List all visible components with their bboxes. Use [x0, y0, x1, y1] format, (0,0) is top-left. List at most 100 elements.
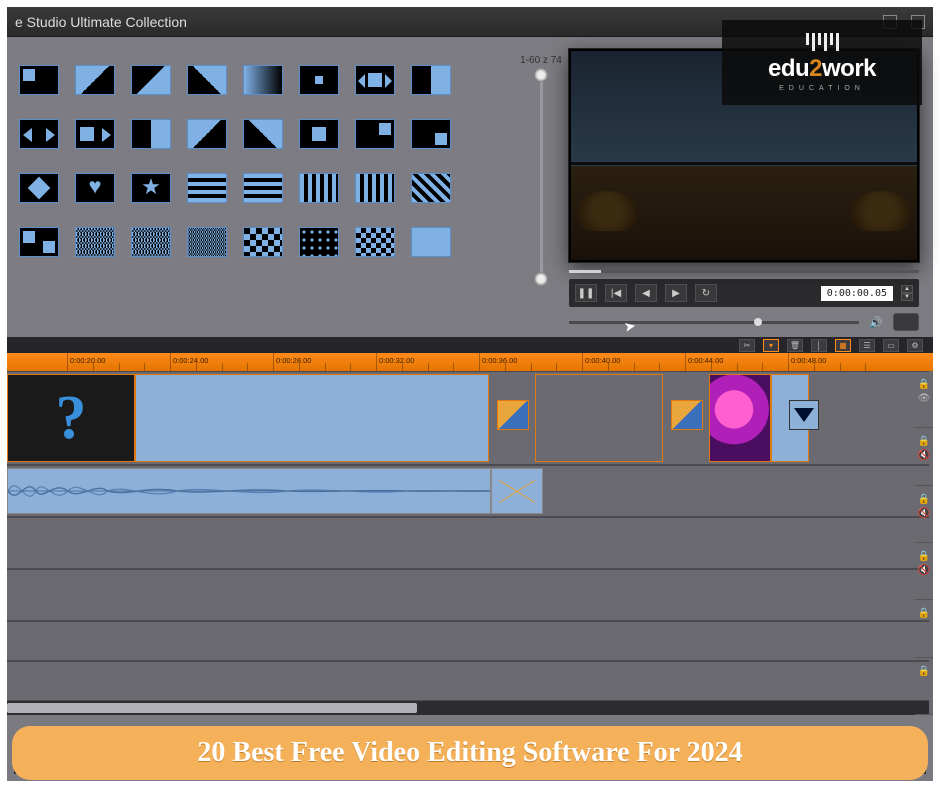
fullscreen-button[interactable] [893, 313, 919, 331]
placeholder-clip[interactable]: ? [7, 374, 135, 462]
audio-crossfade[interactable] [491, 468, 543, 514]
transition-heart[interactable]: ♥ [75, 173, 115, 203]
hscroll-thumb[interactable] [7, 703, 417, 713]
transition-diamond[interactable] [19, 173, 59, 203]
lock-icon[interactable]: 🔒 [918, 436, 930, 447]
tool-trash-icon[interactable]: 🗑 [787, 339, 803, 352]
ruler-label: 0:00:28.00 [276, 356, 311, 365]
transition-arrow-right-2[interactable] [131, 119, 171, 149]
transition-dots[interactable] [299, 227, 339, 257]
tool-settings-icon[interactable]: ⚙ [907, 339, 923, 352]
video-clip-1[interactable] [135, 374, 489, 462]
transition-stripes-v-1[interactable] [299, 173, 339, 203]
transition-box-out[interactable] [355, 65, 395, 95]
transition-checker-dark[interactable] [355, 227, 395, 257]
transition-arrow-out-br[interactable] [131, 65, 171, 95]
transition-noise-2[interactable] [131, 227, 171, 257]
rewind-button[interactable]: ◀ [635, 284, 657, 302]
mute-icon[interactable]: 🔇 [918, 450, 930, 461]
transition-box-in[interactable] [299, 65, 339, 95]
window-title: e Studio Ultimate Collection [15, 14, 187, 30]
transition-noise[interactable] [75, 227, 115, 257]
track-4[interactable] [7, 569, 929, 621]
transition-sq-corner-2[interactable] [411, 119, 451, 149]
video-clip-3[interactable] [709, 374, 771, 462]
lock-icon[interactable]: 🔒 [918, 551, 930, 562]
track-6[interactable] [7, 661, 929, 701]
transition-arrow-right[interactable] [75, 119, 115, 149]
brand-logo-overlay: edu2work EDUCATION [722, 20, 922, 105]
tool-grid3-icon[interactable]: ▭ [883, 339, 899, 352]
ruler-tick [67, 353, 68, 371]
transition-arrows-lr[interactable] [19, 119, 59, 149]
transition-v-triangle[interactable] [411, 227, 451, 257]
transition-diag-wipe-2[interactable] [243, 119, 283, 149]
prev-button[interactable]: |◀ [605, 284, 627, 302]
scroll-thumb-bottom[interactable] [534, 272, 548, 286]
caption-banner: 20 Best Free Video Editing Software For … [12, 726, 928, 780]
timeline-toolstrip: ✂ ▾ 🗑 │ ▦ ☰ ▭ ⚙ [7, 337, 933, 353]
mute-icon[interactable]: 🔇 [918, 508, 930, 519]
transition-sq-small-1[interactable] [19, 227, 59, 257]
lock-icon[interactable]: 🔒 [918, 608, 930, 619]
scroll-thumb-top[interactable] [534, 68, 548, 82]
transition-qr[interactable] [187, 227, 227, 257]
tool-marker-icon[interactable]: ▾ [763, 339, 779, 352]
pause-button[interactable]: ❚❚ [575, 284, 597, 302]
volume-row: 🔊 [569, 313, 919, 331]
tool-grid2-icon[interactable]: ☰ [859, 339, 875, 352]
transition-clip-3[interactable] [789, 400, 819, 430]
timecode-display: 0:00:00.05 [821, 286, 893, 301]
lock-icon[interactable]: 🔒 [918, 666, 930, 677]
lock-icon[interactable]: 🔒 [918, 494, 930, 505]
ruler-tick [685, 353, 686, 371]
scroll-track[interactable] [540, 72, 543, 282]
transition-checker[interactable] [243, 227, 283, 257]
transition-arrow-in-br[interactable] [187, 65, 227, 95]
step-down-icon[interactable]: ▼ [901, 293, 913, 301]
ruler-tick [273, 353, 274, 371]
transition-sq-corner-1[interactable] [355, 119, 395, 149]
timecode-stepper[interactable]: ▲ ▼ [901, 285, 913, 301]
transition-diag-wipe-1[interactable] [187, 119, 227, 149]
speaker-icon[interactable]: 🔊 [869, 315, 883, 329]
timeline-tracks: ? [7, 371, 933, 715]
transition-clip-2[interactable] [671, 400, 703, 430]
volume-slider[interactable] [569, 321, 859, 324]
preview-progress[interactable] [569, 270, 919, 273]
eye-icon[interactable]: 👁 [918, 393, 931, 404]
timeline-hscroll[interactable] [7, 701, 929, 715]
ruler-tick [582, 353, 583, 371]
audio-clip[interactable] [7, 468, 491, 514]
step-up-icon[interactable]: ▲ [901, 285, 913, 293]
audio-track[interactable] [7, 465, 929, 517]
tool-razor-icon[interactable]: ✂ [739, 339, 755, 352]
transition-half-right[interactable] [411, 65, 451, 95]
loop-button[interactable]: ↻ [695, 284, 717, 302]
play-button[interactable]: ▶ [665, 284, 687, 302]
transition-square-center[interactable] [299, 119, 339, 149]
track-3[interactable] [7, 517, 929, 569]
track-5[interactable] [7, 621, 929, 661]
ruler-label: 0:00:40.00 [585, 356, 620, 365]
transition-stripes-v-2[interactable] [355, 173, 395, 203]
ruler-tick [376, 353, 377, 371]
ruler-label: 0:00:24.00 [173, 356, 208, 365]
video-track[interactable]: ? [7, 371, 929, 465]
transition-arrow-in-tl[interactable] [75, 65, 115, 95]
transition-crossfade[interactable] [243, 65, 283, 95]
timeline-ruler[interactable]: 0:00:20.000:00:24.000:00:28.000:00:32.00… [7, 353, 933, 371]
transition-stripes-h-1[interactable] [187, 173, 227, 203]
question-icon: ? [56, 383, 87, 454]
transition-square-top-left[interactable] [19, 65, 59, 95]
volume-thumb[interactable] [754, 318, 762, 326]
ruler-label: 0:00:44.00 [688, 356, 723, 365]
transition-clip-1[interactable] [497, 400, 529, 430]
transition-star[interactable]: ★ [131, 173, 171, 203]
tool-grid1-icon[interactable]: ▦ [835, 339, 851, 352]
lock-icon[interactable]: 🔒 [918, 379, 930, 390]
video-clip-2[interactable] [535, 374, 663, 462]
transition-stripes-h-2[interactable] [243, 173, 283, 203]
mute-icon[interactable]: 🔇 [918, 565, 930, 576]
transition-diag-stripes[interactable] [411, 173, 451, 203]
